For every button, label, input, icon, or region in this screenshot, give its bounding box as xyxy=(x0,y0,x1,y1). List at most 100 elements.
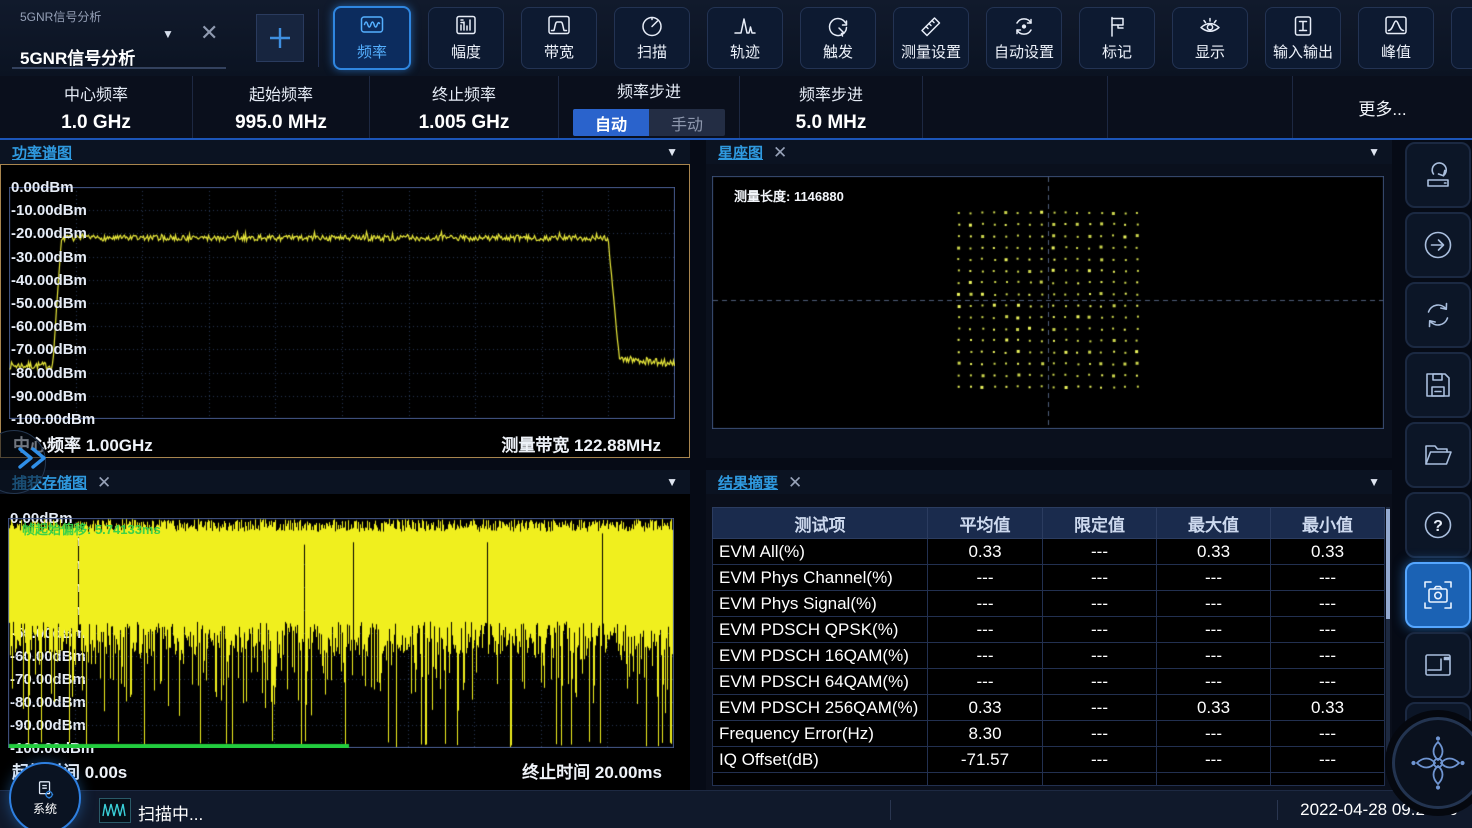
single-sweep-button[interactable] xyxy=(1405,212,1471,278)
table-cell: --- xyxy=(1043,565,1157,591)
toolbar-button-measure-setup[interactable]: 测量设置 xyxy=(893,7,969,69)
collapse-caret-icon[interactable]: ▼ xyxy=(666,145,678,159)
toolbar-button-marker[interactable]: 标记 xyxy=(1079,7,1155,69)
table-cell: --- xyxy=(1271,591,1385,617)
y-axis-tick: -80.00dBm xyxy=(11,365,87,382)
collapse-caret-icon[interactable]: ▼ xyxy=(666,475,678,489)
toolbar-button-trace[interactable]: 轨迹 xyxy=(707,7,783,69)
table-cell xyxy=(1157,773,1271,786)
power-spectrum-chart[interactable]: 中心频率 1.00GHz 测量带宽 122.88MHz 0.00dBm-10.0… xyxy=(0,164,690,458)
constellation-title[interactable]: 星座图 xyxy=(718,142,763,163)
power-spectrum-title[interactable]: 功率谱图 xyxy=(12,142,72,163)
toolbar-button-display[interactable]: 显示 xyxy=(1172,7,1248,69)
toolbar-divider xyxy=(318,9,319,67)
toolbar-button-frequency[interactable]: 频率 xyxy=(333,6,411,70)
system-button[interactable]: 系统 xyxy=(9,762,81,828)
constellation-chart[interactable]: 测量长度: 1146880 xyxy=(706,164,1392,458)
toolbar-button-trigger[interactable]: 触发 xyxy=(800,7,876,69)
capture-storage-chart[interactable]: 帧起始偏移: 5.74133ms 起始时间 0.00s 终止时间 20.00ms… xyxy=(0,494,690,790)
toolbar-button-input-output[interactable]: 输入输出 xyxy=(1265,7,1341,69)
capture-close-icon[interactable]: ✕ xyxy=(97,474,111,491)
table-cell: 0.33 xyxy=(1157,539,1271,565)
step-mode-manual-option[interactable]: 手动 xyxy=(649,109,725,136)
tab-close-icon[interactable]: ✕ xyxy=(200,22,218,44)
table-cell: --- xyxy=(1043,695,1157,721)
table-row: EVM Phys Signal(%)------------ xyxy=(713,591,1385,617)
window-layout-button[interactable] xyxy=(1405,632,1471,698)
power-spectrum-header: 功率谱图 ▼ xyxy=(0,140,690,164)
scrollbar-thumb[interactable] xyxy=(1386,509,1390,619)
add-measurement-button[interactable] xyxy=(256,14,304,62)
start-frequency-label: 起始频率 xyxy=(249,81,313,105)
capture-stop-time-readout: 终止时间 20.00ms xyxy=(522,758,662,783)
frequency-settings-bar: 中心频率 1.0 GHz 起始频率 995.0 MHz 终止频率 1.005 G… xyxy=(0,76,1472,140)
open-file-button[interactable] xyxy=(1405,422,1471,488)
results-summary-header: 结果摘要 ✕ ▼ xyxy=(706,470,1392,494)
frequency-step-value-cell[interactable]: 频率步进 5.0 MHz xyxy=(740,76,923,138)
table-cell: --- xyxy=(928,565,1043,591)
system-settings-icon xyxy=(34,780,56,800)
bandwidth-icon xyxy=(546,14,572,39)
toolbar-button-bandwidth[interactable]: 带宽 xyxy=(521,7,597,69)
results-table-scrollbar[interactable] xyxy=(1386,507,1390,761)
more-settings-button[interactable]: 更多... xyxy=(1293,76,1472,138)
y-axis-tick: -50.00dBm xyxy=(11,295,87,312)
capture-storage-trace xyxy=(8,518,674,748)
start-frequency-cell[interactable]: 起始频率 995.0 MHz xyxy=(193,76,370,138)
toolbar-button-custom[interactable]: 自定义 xyxy=(1451,7,1472,69)
table-cell: --- xyxy=(1271,617,1385,643)
step-mode-auto-option[interactable]: 自动 xyxy=(573,109,649,136)
expand-drawer-button[interactable] xyxy=(12,442,58,476)
restart-button[interactable] xyxy=(1405,282,1471,348)
status-bar: 系统 扫描中... 2022-04-28 09:20:10 xyxy=(0,790,1472,828)
toolbar-button-peak[interactable]: 峰值 xyxy=(1358,7,1434,69)
table-cell: 8.30 xyxy=(928,721,1043,747)
center-frequency-cell[interactable]: 中心频率 1.0 GHz xyxy=(0,76,193,138)
preset-button[interactable] xyxy=(1405,142,1471,208)
table-header-row: 测试项平均值限定值最大值最小值 xyxy=(713,508,1385,539)
table-cell: --- xyxy=(1157,591,1271,617)
table-cell: 0.33 xyxy=(928,695,1043,721)
table-cell: IQ Offset(dB) xyxy=(713,747,928,773)
toolbar-button-amplitude[interactable]: 幅度 xyxy=(428,7,504,69)
top-toolbar: 5GNR信号分析 ▼ 5GNR信号分析 ✕ 频率幅度带宽扫描轨迹触发测量设置自动… xyxy=(0,0,1472,76)
signal-analyzer-app: 5GNR信号分析 ▼ 5GNR信号分析 ✕ 频率幅度带宽扫描轨迹触发测量设置自动… xyxy=(0,0,1472,828)
table-cell: --- xyxy=(928,617,1043,643)
constellation-close-icon[interactable]: ✕ xyxy=(773,144,787,161)
screenshot-button[interactable] xyxy=(1405,562,1471,628)
collapse-caret-icon[interactable]: ▼ xyxy=(1368,475,1380,489)
help-button[interactable]: ? xyxy=(1405,492,1471,558)
capture-storage-panel: 捕获存储图 ✕ ▼ 帧起始偏移: 5.74133ms 起始时间 0.00s 终止… xyxy=(0,470,690,790)
toolbar-buttons: 频率幅度带宽扫描轨迹触发测量设置自动设置标记显示输入输出峰值自定义 xyxy=(333,0,1472,76)
table-cell: 0.33 xyxy=(1157,695,1271,721)
results-summary-title[interactable]: 结果摘要 xyxy=(718,472,778,493)
double-chevron-right-icon xyxy=(16,446,52,470)
tab-dropdown-caret-icon[interactable]: ▼ xyxy=(162,27,174,41)
frame-start-offset-readout: 帧起始偏移: 5.74133ms xyxy=(22,519,161,538)
table-cell: EVM All(%) xyxy=(713,539,928,565)
restart-icon xyxy=(1420,297,1456,333)
table-cell: --- xyxy=(1157,669,1271,695)
tab-underline xyxy=(12,67,226,69)
y-axis-tick: 0.00dBm xyxy=(11,179,74,196)
toolbar-button-auto-setup[interactable]: 自动设置 xyxy=(986,7,1062,69)
frequency-step-mode-label: 频率步进 xyxy=(617,78,681,102)
collapse-caret-icon[interactable]: ▼ xyxy=(1368,145,1380,159)
save-button[interactable] xyxy=(1405,352,1471,418)
preset-icon xyxy=(1420,157,1456,193)
app-tab[interactable]: 5GNR信号分析 ▼ 5GNR信号分析 ✕ xyxy=(0,0,250,76)
table-cell: --- xyxy=(1043,617,1157,643)
column-header: 限定值 xyxy=(1043,508,1157,539)
save-icon xyxy=(1420,367,1456,403)
table-row-empty xyxy=(713,773,1385,786)
frequency-step-mode-toggle: 自动 手动 xyxy=(573,109,725,136)
results-close-icon[interactable]: ✕ xyxy=(788,474,802,491)
table-cell: Frequency Error(Hz) xyxy=(713,721,928,747)
stop-frequency-cell[interactable]: 终止频率 1.005 GHz xyxy=(370,76,559,138)
toolbar-button-sweep[interactable]: 扫描 xyxy=(614,7,690,69)
table-cell: --- xyxy=(1157,617,1271,643)
table-cell xyxy=(1271,773,1385,786)
table-row: EVM PDSCH 64QAM(%)------------ xyxy=(713,669,1385,695)
table-row: EVM All(%)0.33---0.330.33 xyxy=(713,539,1385,565)
column-header: 平均值 xyxy=(928,508,1043,539)
